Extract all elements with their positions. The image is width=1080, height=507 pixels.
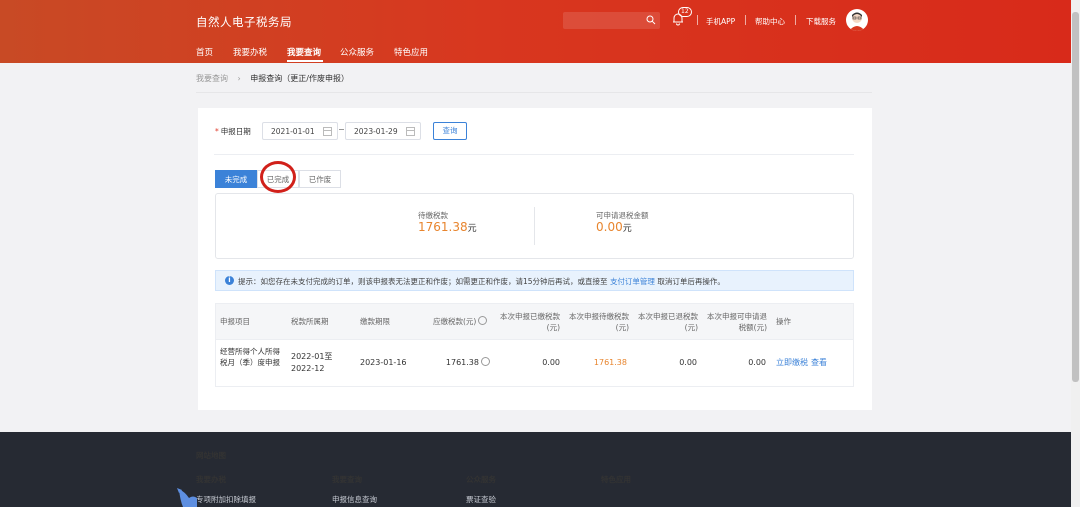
date-filter-label: * 申报日期 [215, 127, 251, 136]
col-header-actions: 操作 [776, 317, 791, 326]
col-header-item: 申报项目 [220, 317, 250, 326]
nav-query[interactable]: 我要查询 [287, 46, 321, 58]
nav-featured-apps[interactable]: 特色应用 [394, 46, 428, 58]
footer-link[interactable]: 专项附加扣除填报 [196, 494, 256, 505]
tab-incomplete[interactable]: 未完成 [215, 170, 257, 188]
col-header-refunded: 本次申报已退税款(元) [638, 312, 698, 332]
notice-text: 提示：如您存在未支付完成的订单，则该申报表无法更正和作废；如需更正和作废，请15… [238, 277, 608, 286]
header-separator [795, 15, 796, 25]
footer-link[interactable]: 申报信息查询 [332, 494, 377, 505]
footer-sitemap-title: 网站地图 [196, 451, 226, 460]
scrollbar-thumb[interactable] [1072, 12, 1079, 382]
pay-now-link[interactable]: 立即缴税 [776, 357, 808, 369]
site-footer [0, 432, 1080, 507]
col-header-tax-due: 应缴税款(元) [433, 316, 488, 327]
col-header-to-pay: 本次申报待缴税款(元) [569, 312, 629, 332]
payment-order-link[interactable]: 支付订单管理 [610, 277, 655, 286]
highlight-circle [260, 161, 296, 193]
header-separator [745, 15, 746, 25]
divider [214, 154, 854, 155]
site-logo[interactable]: 自然人电子税务局 [196, 14, 292, 30]
refund-amount-value: 0.00元 [596, 220, 632, 234]
col-header-deadline: 缴款期限 [360, 317, 390, 326]
nav-public-service[interactable]: 公众服务 [340, 46, 374, 58]
cell-deadline: 2023-01-16 [360, 358, 407, 367]
cell-refunded: 0.00 [679, 358, 697, 367]
header-separator [697, 15, 698, 25]
mobile-app-link[interactable]: 手机APP [706, 16, 735, 27]
breadcrumb-root[interactable]: 我要查询 [196, 74, 228, 83]
pending-tax-value: 1761.38元 [418, 220, 477, 234]
help-center-link[interactable]: 帮助中心 [755, 16, 785, 27]
breadcrumb-current: 申报查询（更正/作废申报） [250, 74, 349, 83]
col-header-paid: 本次申报已缴税款(元) [500, 312, 560, 332]
info-icon: i [225, 276, 234, 285]
calendar-icon[interactable] [406, 127, 415, 136]
cell-paid: 0.00 [542, 358, 560, 367]
nav-home[interactable]: 首页 [196, 46, 213, 58]
date-range-dash [339, 129, 344, 130]
cell-tax-due: 1761.38 [420, 357, 490, 369]
search-icon[interactable] [646, 15, 656, 25]
divider [215, 339, 854, 340]
notification-badge: 12 [678, 7, 692, 17]
footer-link[interactable]: 票证查验 [466, 494, 496, 505]
end-date-input[interactable]: 2023-01-29 [345, 122, 421, 140]
tab-voided[interactable]: 已作废 [299, 170, 341, 188]
notice-bar: i 提示：如您存在未支付完成的订单，则该申报表无法更正和作废；如需更正和作废，请… [215, 270, 854, 291]
user-avatar-icon [849, 12, 865, 31]
start-date-input[interactable]: 2021-01-01 [262, 122, 338, 140]
view-link[interactable]: 查看 [811, 357, 827, 369]
user-avatar[interactable] [846, 9, 868, 31]
download-service-link[interactable]: 下载服务 [806, 16, 836, 27]
col-header-refundable: 本次申报可申请退税额(元) [707, 312, 767, 332]
breadcrumb: 我要查询 › 申报查询（更正/作废申报） [196, 73, 349, 84]
help-icon[interactable] [478, 316, 488, 325]
footer-col-head[interactable]: 我要办税 [196, 474, 226, 485]
cell-to-pay: 1761.38 [593, 358, 627, 367]
footer-col-head[interactable]: 我要查询 [332, 474, 362, 485]
chevron-right-icon: › [237, 74, 241, 83]
cell-period: 2022-01至2022-12 [291, 352, 333, 373]
notice-tail: 取消订单后再操作。 [657, 277, 725, 286]
nav-tax-handling[interactable]: 我要办税 [233, 46, 267, 58]
footer-col-head[interactable]: 公众服务 [466, 474, 496, 485]
divider [196, 92, 872, 93]
search-input[interactable] [563, 12, 660, 29]
calendar-icon[interactable] [323, 127, 332, 136]
nav-active-indicator [287, 60, 323, 62]
info-circle-icon[interactable] [481, 357, 490, 366]
summary-divider [534, 207, 535, 245]
footer-col-head[interactable]: 特色应用 [601, 474, 631, 485]
cell-item: 经营所得个人所得税月（季）度申报 [220, 347, 280, 367]
fish-mascot-icon [177, 488, 197, 507]
cell-refundable: 0.00 [748, 358, 766, 367]
query-button[interactable]: 查询 [433, 122, 467, 140]
col-header-period: 税款所属期 [291, 317, 329, 326]
top-header: 自然人电子税务局 12 手机APP 帮助中心 下载服务 首页 我要办税 我要查询… [0, 0, 1080, 63]
